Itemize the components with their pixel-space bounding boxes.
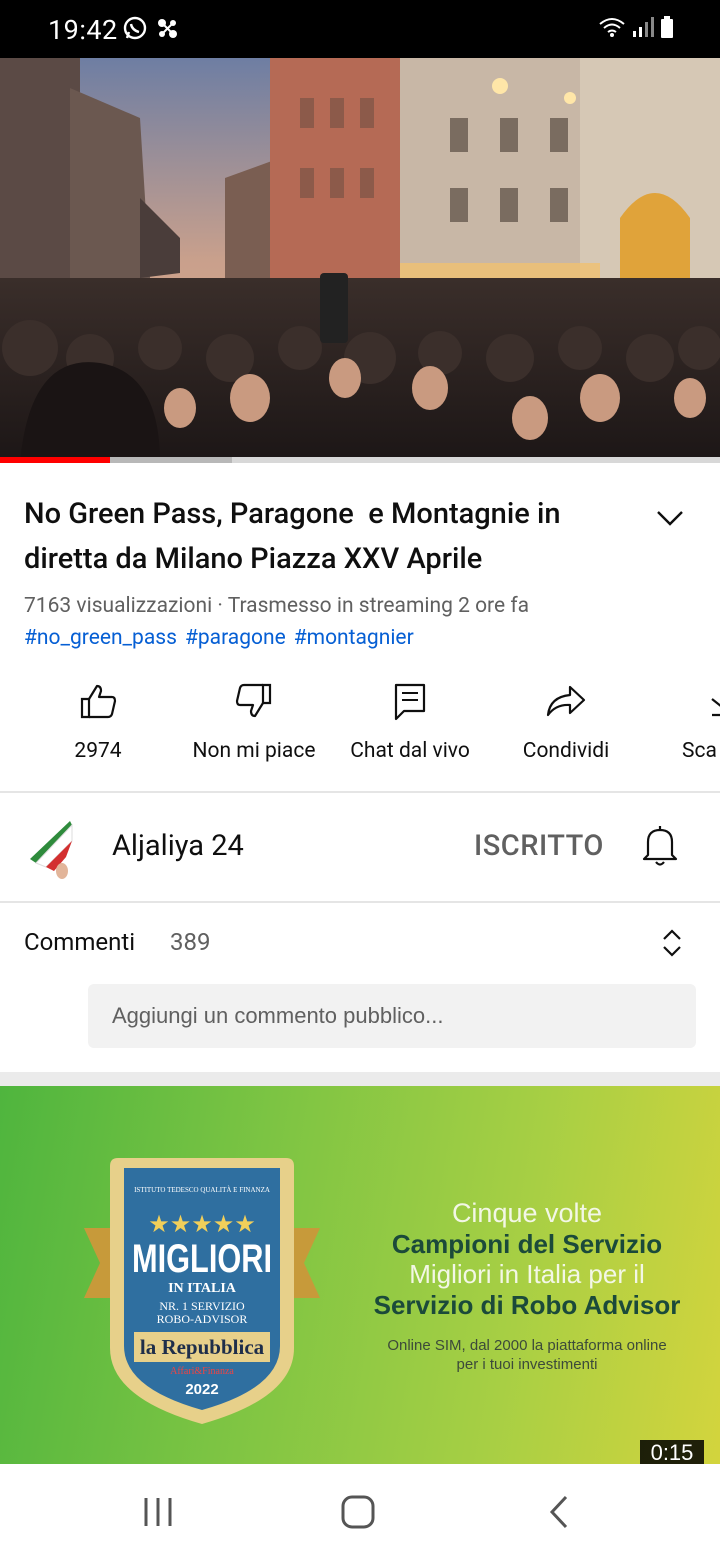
divider <box>0 901 720 903</box>
live-chat-label: Chat dal vivo <box>350 739 470 763</box>
video-title[interactable]: No Green Pass, Paragone e Montagnie in d… <box>24 492 634 582</box>
status-bar: 19:42 <box>0 0 720 58</box>
video-player[interactable] <box>0 58 720 463</box>
comments-header[interactable]: Commenti <box>24 928 135 956</box>
ad-duration-badge: 0:15 <box>640 1440 704 1466</box>
dislike-button[interactable]: Non mi piace <box>174 675 334 763</box>
ad-line: Migliori in Italia per il <box>409 1259 645 1289</box>
ad-line: Cinque volte <box>451 1198 603 1228</box>
add-comment-input[interactable]: Aggiungi un commento pubblico... <box>88 984 696 1048</box>
wifi-icon <box>598 16 626 42</box>
dislike-label: Non mi piace <box>192 739 316 763</box>
hashtag-link[interactable]: #no_green_pass <box>24 626 177 650</box>
whatsapp-icon <box>122 15 148 45</box>
badge-headline: MIGLIORI <box>132 1237 272 1281</box>
ad-line: Campioni del Servizio <box>391 1229 663 1259</box>
ad-small-text-line: Online SIM, dal 2000 la piattaforma onli… <box>387 1337 667 1354</box>
status-time: 19:42 <box>48 14 118 46</box>
download-icon <box>708 681 720 725</box>
badge-brand: la Repubblica <box>140 1335 265 1359</box>
hashtag-link[interactable]: #montagnier <box>294 626 414 650</box>
hashtag-list: #no_green_pass #paragone #montagnier <box>24 626 414 650</box>
download-button[interactable]: Sca <box>642 675 720 763</box>
ad-small-text: Online SIM, dal 2000 la piattaforma onli… <box>362 1336 692 1374</box>
badge-subline: IN ITALIA <box>168 1281 237 1296</box>
back-icon[interactable] <box>546 1494 574 1534</box>
award-badge: ISTITUTO TEDESCO QUALITÀ E FINANZA ★★★★★… <box>84 1158 320 1424</box>
subscribe-button[interactable]: ISCRITTO <box>474 829 604 863</box>
live-chat-button[interactable]: Chat dal vivo <box>330 675 490 763</box>
video-meta: 7163 visualizzazioni · Trasmesso in stre… <box>24 594 530 618</box>
video-frame <box>0 58 720 463</box>
system-nav-bar <box>0 1464 720 1560</box>
notification-bell-icon[interactable] <box>640 823 680 871</box>
ad-banner[interactable]: ISTITUTO TEDESCO QUALITÀ E FINANZA ★★★★★… <box>0 1086 720 1464</box>
badge-service-2: ROBO-ADVISOR <box>157 1312 248 1326</box>
ad-small-text-line: per i tuoi investimenti <box>456 1356 598 1373</box>
badge-brand-sub: Affari&Finanza <box>170 1366 234 1377</box>
download-label: Sca <box>682 739 717 763</box>
dislike-icon <box>234 681 274 725</box>
hashtag-link[interactable]: #paragone <box>185 626 286 650</box>
badge-year: 2022 <box>185 1381 218 1398</box>
chat-icon <box>390 681 430 725</box>
comments-count: 389 <box>170 928 211 956</box>
channel-name[interactable]: Aljaliya 24 <box>112 829 244 863</box>
video-progress-bar[interactable] <box>0 457 720 463</box>
action-bar: 2974 Non mi piace Chat dal vivo Condivid… <box>0 675 720 775</box>
recent-apps-icon[interactable] <box>140 1494 176 1534</box>
section-separator <box>0 1072 720 1086</box>
like-icon <box>78 681 118 725</box>
badge-service-1: NR. 1 SERVIZIO <box>159 1299 245 1313</box>
badge-stars: ★★★★★ <box>148 1210 256 1238</box>
share-label: Condividi <box>522 739 610 763</box>
home-icon[interactable] <box>340 1494 376 1534</box>
expand-comments-icon[interactable] <box>660 926 684 964</box>
ad-line: Servizio di Robo Advisor <box>373 1290 681 1320</box>
expand-description-icon[interactable] <box>654 506 686 530</box>
share-button[interactable]: Condividi <box>486 675 646 763</box>
badge-top-text: ISTITUTO TEDESCO QUALITÀ E FINANZA <box>134 1186 270 1194</box>
progress-played <box>0 457 111 463</box>
channel-row[interactable]: Aljaliya 24 ISCRITTO <box>0 793 720 901</box>
channel-avatar[interactable] <box>26 815 78 879</box>
like-count: 2974 <box>74 739 122 763</box>
like-button[interactable]: 2974 <box>18 675 178 763</box>
app-icon <box>154 15 180 45</box>
share-icon <box>544 681 588 725</box>
battery-icon <box>660 16 674 42</box>
signal-icon <box>632 16 654 42</box>
